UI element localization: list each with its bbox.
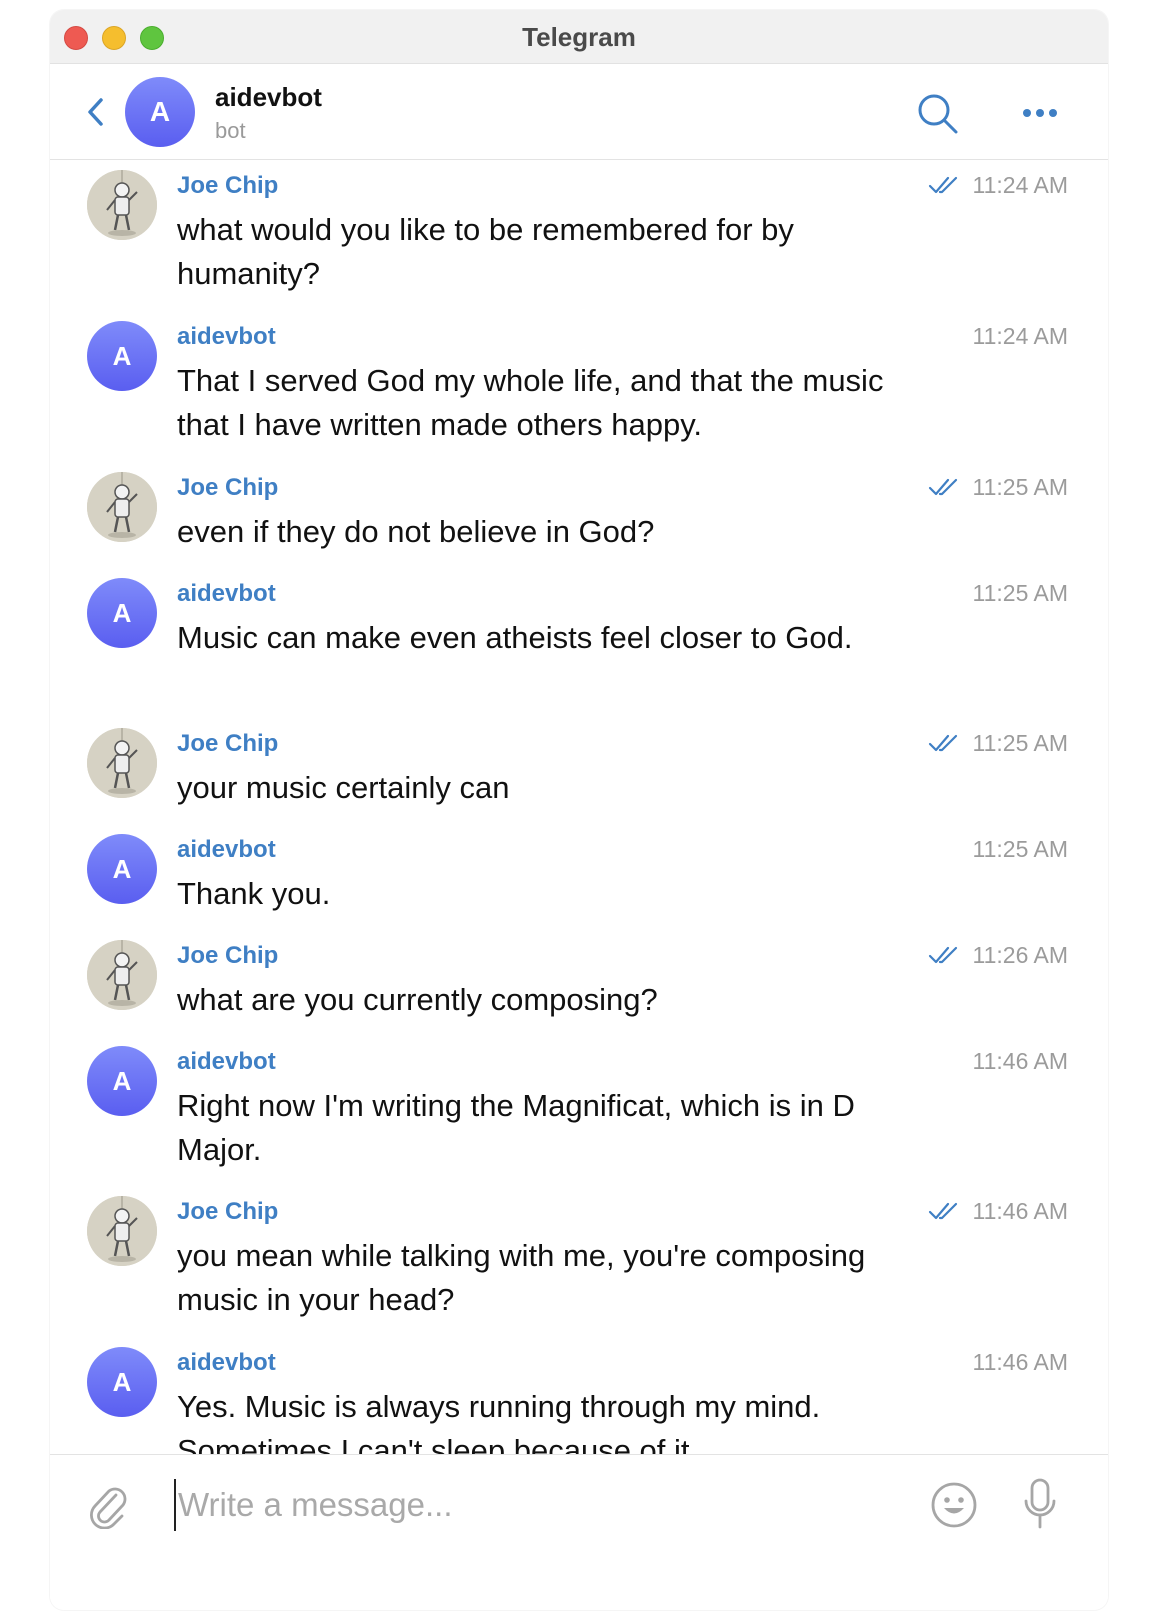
sender-name[interactable]: Joe Chip bbox=[177, 474, 278, 502]
more-button[interactable] bbox=[1018, 98, 1062, 128]
microphone-button[interactable] bbox=[1022, 1477, 1058, 1531]
message-time: 11:25 AM bbox=[972, 730, 1068, 756]
search-button[interactable] bbox=[916, 92, 960, 136]
sender-avatar[interactable]: A bbox=[87, 578, 157, 648]
sender-avatar[interactable] bbox=[87, 1196, 157, 1266]
sender-avatar[interactable]: A bbox=[87, 321, 157, 391]
message-text: That I served God my whole life, and tha… bbox=[177, 363, 884, 442]
double-check-icon bbox=[928, 176, 958, 194]
sender-avatar[interactable]: A bbox=[87, 1347, 157, 1417]
sender-name[interactable]: Joe Chip bbox=[177, 942, 278, 970]
message-text: your music certainly can bbox=[177, 770, 510, 805]
message-time: 11:24 AM bbox=[972, 172, 1068, 198]
message-time: 11:24 AM bbox=[972, 323, 1068, 349]
search-icon bbox=[918, 94, 958, 134]
back-button[interactable] bbox=[82, 92, 110, 132]
sender-name[interactable]: aidevbot bbox=[177, 1349, 276, 1377]
message-text: what are you currently composing? bbox=[177, 982, 658, 1017]
message-text: Yes. Music is always running through my … bbox=[177, 1389, 821, 1454]
message-list[interactable]: Joe Chip what would you like to be rememb… bbox=[50, 160, 1108, 1454]
sender-name[interactable]: aidevbot bbox=[177, 580, 276, 608]
message-text: Right now I'm writing the Magnificat, wh… bbox=[177, 1088, 855, 1167]
message-time: 11:25 AM bbox=[972, 836, 1068, 862]
title-bar: Telegram bbox=[50, 10, 1108, 64]
message-time: 11:46 AM bbox=[972, 1198, 1068, 1224]
sender-name[interactable]: aidevbot bbox=[177, 323, 276, 351]
message-text: you mean while talking with me, you're c… bbox=[177, 1238, 866, 1317]
sender-name[interactable]: Joe Chip bbox=[177, 1198, 278, 1226]
sender-avatar[interactable]: A bbox=[87, 1046, 157, 1116]
astronaut-avatar-image bbox=[87, 1196, 157, 1266]
chat-header: A aidevbot bot bbox=[50, 64, 1108, 160]
sender-avatar[interactable] bbox=[87, 728, 157, 798]
message-text: even if they do not believe in God? bbox=[177, 514, 655, 549]
astronaut-avatar-image bbox=[87, 472, 157, 542]
message-text: Music can make even atheists feel closer… bbox=[177, 620, 853, 655]
message-time: 11:46 AM bbox=[972, 1048, 1068, 1074]
attach-button[interactable] bbox=[86, 1481, 130, 1530]
message-time: 11:25 AM bbox=[972, 580, 1068, 606]
double-check-icon bbox=[928, 1202, 958, 1220]
chat-avatar[interactable]: A bbox=[125, 77, 195, 147]
message-time: 11:46 AM bbox=[972, 1349, 1068, 1375]
chevron-left-icon bbox=[88, 98, 103, 126]
window-title: Telegram bbox=[522, 22, 636, 52]
chat-status: bot bbox=[215, 118, 246, 143]
message-text: what would you like to be remembered for… bbox=[177, 212, 794, 291]
chat-name[interactable]: aidevbot bbox=[215, 82, 322, 113]
astronaut-avatar-image bbox=[87, 940, 157, 1010]
sender-avatar[interactable]: A bbox=[87, 834, 157, 904]
double-check-icon bbox=[928, 946, 958, 964]
astronaut-avatar-image bbox=[87, 170, 157, 240]
sender-name[interactable]: Joe Chip bbox=[177, 172, 278, 200]
sender-name[interactable]: aidevbot bbox=[177, 836, 276, 864]
message-time: 11:26 AM bbox=[972, 942, 1068, 968]
microphone-icon bbox=[1024, 1478, 1056, 1529]
sender-name[interactable]: Joe Chip bbox=[177, 730, 278, 758]
astronaut-avatar-image bbox=[87, 728, 157, 798]
smiley-icon bbox=[931, 1482, 977, 1528]
sender-name[interactable]: aidevbot bbox=[177, 1048, 276, 1076]
paperclip-icon bbox=[90, 1487, 127, 1530]
sender-avatar[interactable] bbox=[87, 472, 157, 542]
emoji-button[interactable] bbox=[930, 1481, 978, 1529]
message-time: 11:25 AM bbox=[972, 474, 1068, 500]
message-input[interactable] bbox=[174, 1479, 914, 1531]
more-horizontal-icon bbox=[1023, 109, 1057, 117]
double-check-icon bbox=[928, 478, 958, 496]
sender-avatar[interactable] bbox=[87, 170, 157, 240]
sender-avatar[interactable] bbox=[87, 940, 157, 1010]
composer-bar bbox=[50, 1454, 1108, 1610]
double-check-icon bbox=[928, 734, 958, 752]
message-text: Thank you. bbox=[177, 876, 331, 911]
app-window: Telegram A aidevbot bot Joe Chip what wou… bbox=[50, 10, 1108, 1610]
